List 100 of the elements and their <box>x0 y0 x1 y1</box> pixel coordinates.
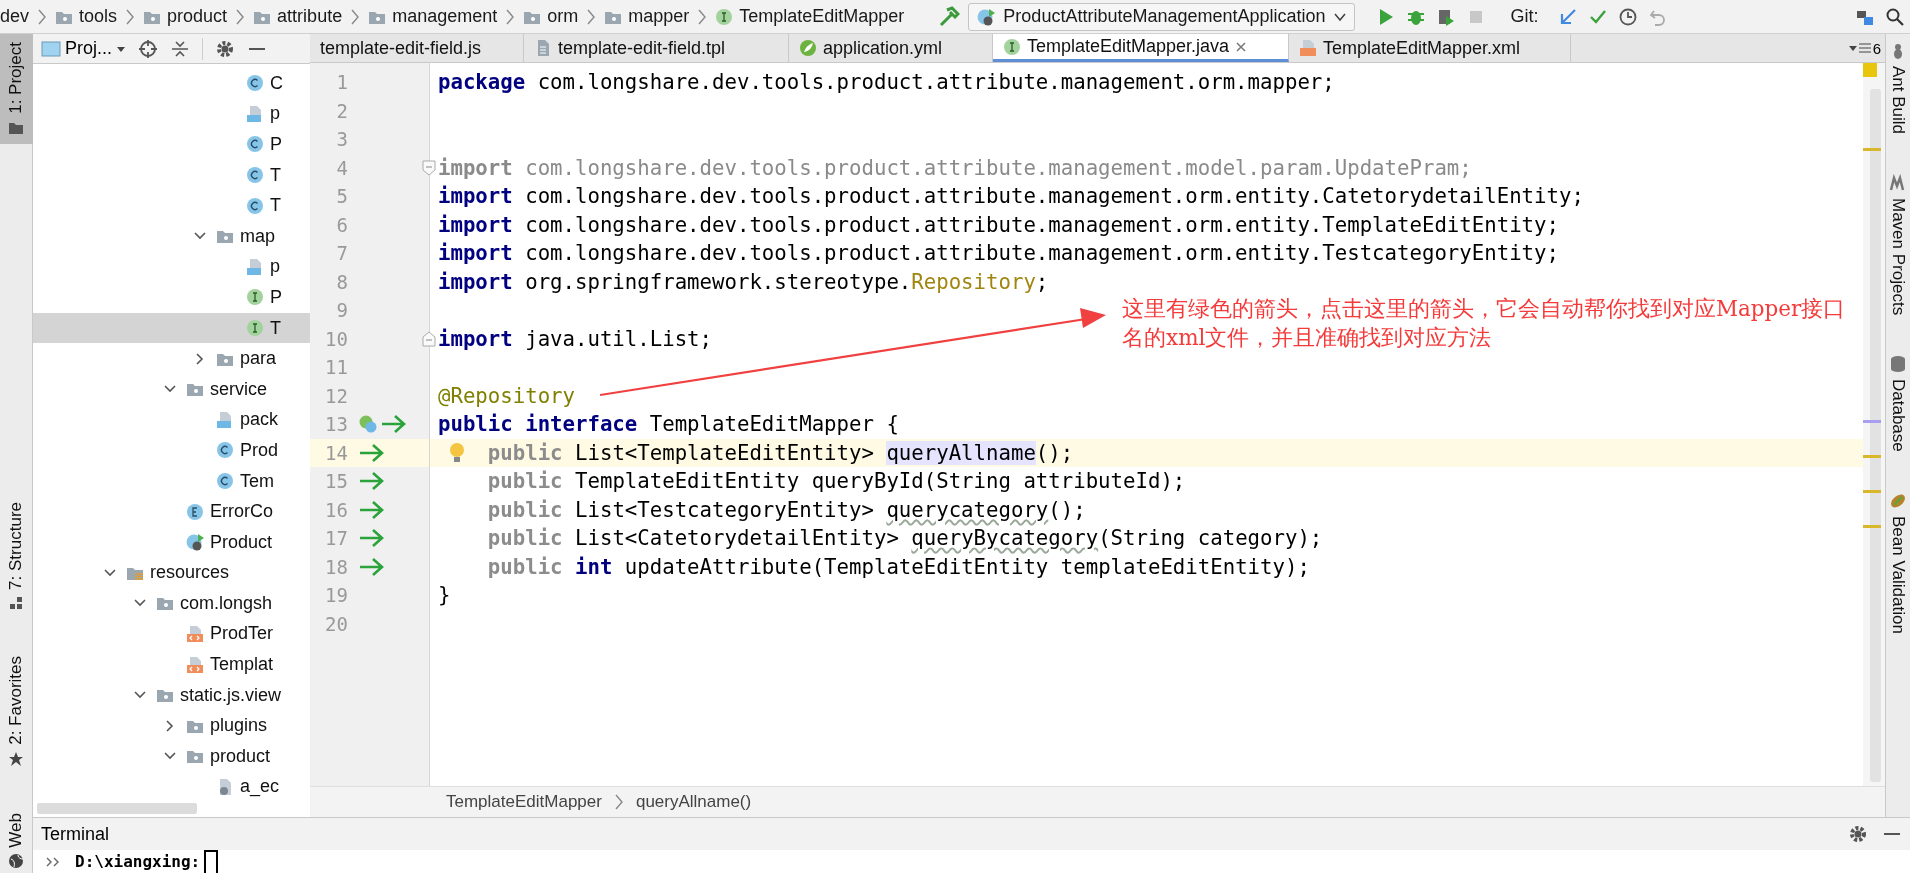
class-icon <box>246 196 264 215</box>
tool-window-button[interactable]: Web <box>0 804 33 873</box>
code-line: import com.longshare.dev.tools.product.attribute.management.model.param.UpdatePram; <box>438 155 1472 180</box>
tree-item[interactable]: para <box>33 343 310 374</box>
breadcrumb-item[interactable]: dev <box>0 6 30 27</box>
bean-icon[interactable] <box>358 414 378 435</box>
code-line: public List<TestcategoryEntity> querycategory(); <box>486 497 1086 522</box>
code-line: import java.util.List; <box>438 326 712 351</box>
tree-item[interactable]: T <box>33 190 310 221</box>
lightbulb-icon[interactable] <box>448 441 466 464</box>
line-number: 20 <box>324 612 348 635</box>
close-icon[interactable] <box>1235 40 1248 53</box>
breadcrumb-item[interactable]: management <box>368 6 498 27</box>
breadcrumb-item[interactable]: attribute <box>253 6 343 27</box>
tree-item[interactable]: T <box>33 312 310 344</box>
tree-item[interactable]: pack <box>33 404 310 436</box>
arrow-icon[interactable] <box>358 556 386 577</box>
class-icon <box>216 441 234 460</box>
line-number: 2 <box>335 99 348 122</box>
arrow-icon[interactable] <box>358 499 386 520</box>
arrow-icon[interactable] <box>358 528 386 549</box>
code-line: package com.longshare.dev.tools.product.attribute.management.orm.mapper; <box>438 70 1335 95</box>
tree-item[interactable]: service <box>33 373 310 405</box>
collapse-icon[interactable] <box>170 38 190 59</box>
tool-window-button[interactable]: Ant Build <box>1888 42 1908 135</box>
tree-item[interactable]: Product <box>33 526 310 558</box>
terminal-prompt: D:\xiangxing: <box>75 851 201 872</box>
tree-item[interactable]: map <box>33 220 310 252</box>
breadcrumb-item[interactable]: tools <box>55 6 118 27</box>
tree-item[interactable]: com.longsh <box>33 588 310 619</box>
tab-count[interactable]: 6 <box>1848 34 1885 62</box>
code-line: public List<TemplateEditEntity> queryAllname(); <box>486 440 1074 465</box>
breadcrumb-item[interactable]: mapper <box>604 6 690 27</box>
xml-file-icon <box>186 655 204 674</box>
settings-icon[interactable] <box>215 38 235 59</box>
arrow-icon[interactable] <box>358 471 386 492</box>
coverage-icon[interactable] <box>1436 7 1455 26</box>
code-line: import com.longshare.dev.tools.product.attribute.management.orm.entity.CatetorydetailEntity; <box>438 184 1584 209</box>
tool-window-button[interactable]: 1: Project <box>0 34 33 144</box>
scrollbar[interactable] <box>37 803 197 814</box>
tree-item[interactable]: Templat <box>33 649 310 680</box>
arrow-icon[interactable] <box>358 442 386 463</box>
star-icon <box>8 750 24 767</box>
tree-item[interactable]: static.js.view <box>33 679 310 711</box>
code-line: import com.longshare.dev.tools.product.attribute.management.orm.entity.TemplateEditEntity; <box>438 212 1559 237</box>
tree-item[interactable]: P <box>33 282 310 313</box>
hammer-icon[interactable] <box>938 5 961 28</box>
tree-item[interactable]: Tem <box>33 465 310 497</box>
spring-boot-icon <box>977 7 996 26</box>
tree-item[interactable]: C <box>33 68 310 99</box>
globe-icon <box>8 853 24 870</box>
caret-icon <box>1848 44 1857 52</box>
java-file-icon <box>216 410 234 429</box>
tool-window-button[interactable]: 2: Favorites <box>0 647 33 775</box>
tree-item[interactable]: Prod <box>33 435 310 466</box>
tree-item[interactable]: P <box>33 129 310 160</box>
line-number: 17 <box>324 527 348 550</box>
tree-item[interactable]: T <box>33 159 310 191</box>
chevrons-icon[interactable] <box>45 855 61 868</box>
run-configuration-dropdown[interactable]: ProductAttributeManagementApplication <box>968 2 1355 31</box>
editor-tab[interactable]: TemplateEditMapper.java <box>993 34 1289 62</box>
tree-item[interactable]: product <box>33 741 310 772</box>
chevron-icon <box>37 7 48 26</box>
bean-icon <box>1889 492 1907 510</box>
fold-icon[interactable] <box>422 159 436 176</box>
code-line: public TemplateEditEntity queryById(String attributeId); <box>486 469 1186 494</box>
line-number: 9 <box>335 299 348 322</box>
breadcrumb-item[interactable]: TemplateEditMapper <box>446 792 602 812</box>
clock-icon[interactable] <box>1618 7 1637 26</box>
tool-window-button[interactable]: Maven Projects <box>1888 174 1908 316</box>
line-number: 19 <box>324 584 348 607</box>
search-icon[interactable] <box>1886 7 1904 26</box>
spring-boot-icon <box>186 533 204 552</box>
warning-square-icon <box>1863 63 1877 77</box>
tree-item[interactable]: ProdTer <box>33 618 310 650</box>
code-line: public int updateAttribute(TemplateEditEntity templateEditEntity); <box>486 554 1310 579</box>
tree-item[interactable]: a_ec <box>33 771 310 802</box>
breadcrumb-item[interactable]: queryAllname() <box>635 792 752 812</box>
tool-window-button[interactable]: 7: Structure <box>0 493 33 618</box>
tree-item[interactable]: plugins <box>33 710 310 742</box>
breadcrumb-item[interactable]: TemplateEditMapper <box>715 6 905 27</box>
settings-icon[interactable] <box>1848 824 1868 844</box>
tool-window-button[interactable]: Database <box>1888 355 1908 452</box>
tree-item[interactable]: p <box>33 251 310 283</box>
breadcrumb-item[interactable]: product <box>143 6 228 27</box>
arrow-icon[interactable] <box>380 414 408 435</box>
breadcrumb-item[interactable]: orm <box>523 6 579 27</box>
chevron-icon <box>586 7 597 26</box>
line-number: 16 <box>324 498 348 521</box>
tree-item[interactable]: resources <box>33 557 310 589</box>
update-arrow-icon[interactable] <box>1558 7 1577 26</box>
line-number: 8 <box>335 270 348 293</box>
tool-window-button[interactable]: Bean Validation <box>1888 492 1908 634</box>
locate-icon[interactable] <box>138 38 158 59</box>
interface-icon <box>246 319 264 338</box>
scrollbar-track[interactable] <box>1870 89 1881 782</box>
tree-item[interactable]: p <box>33 98 310 130</box>
tree-item[interactable]: ErrorCo <box>33 496 310 527</box>
fold-icon[interactable] <box>422 330 436 347</box>
line-number: 13 <box>324 413 348 436</box>
